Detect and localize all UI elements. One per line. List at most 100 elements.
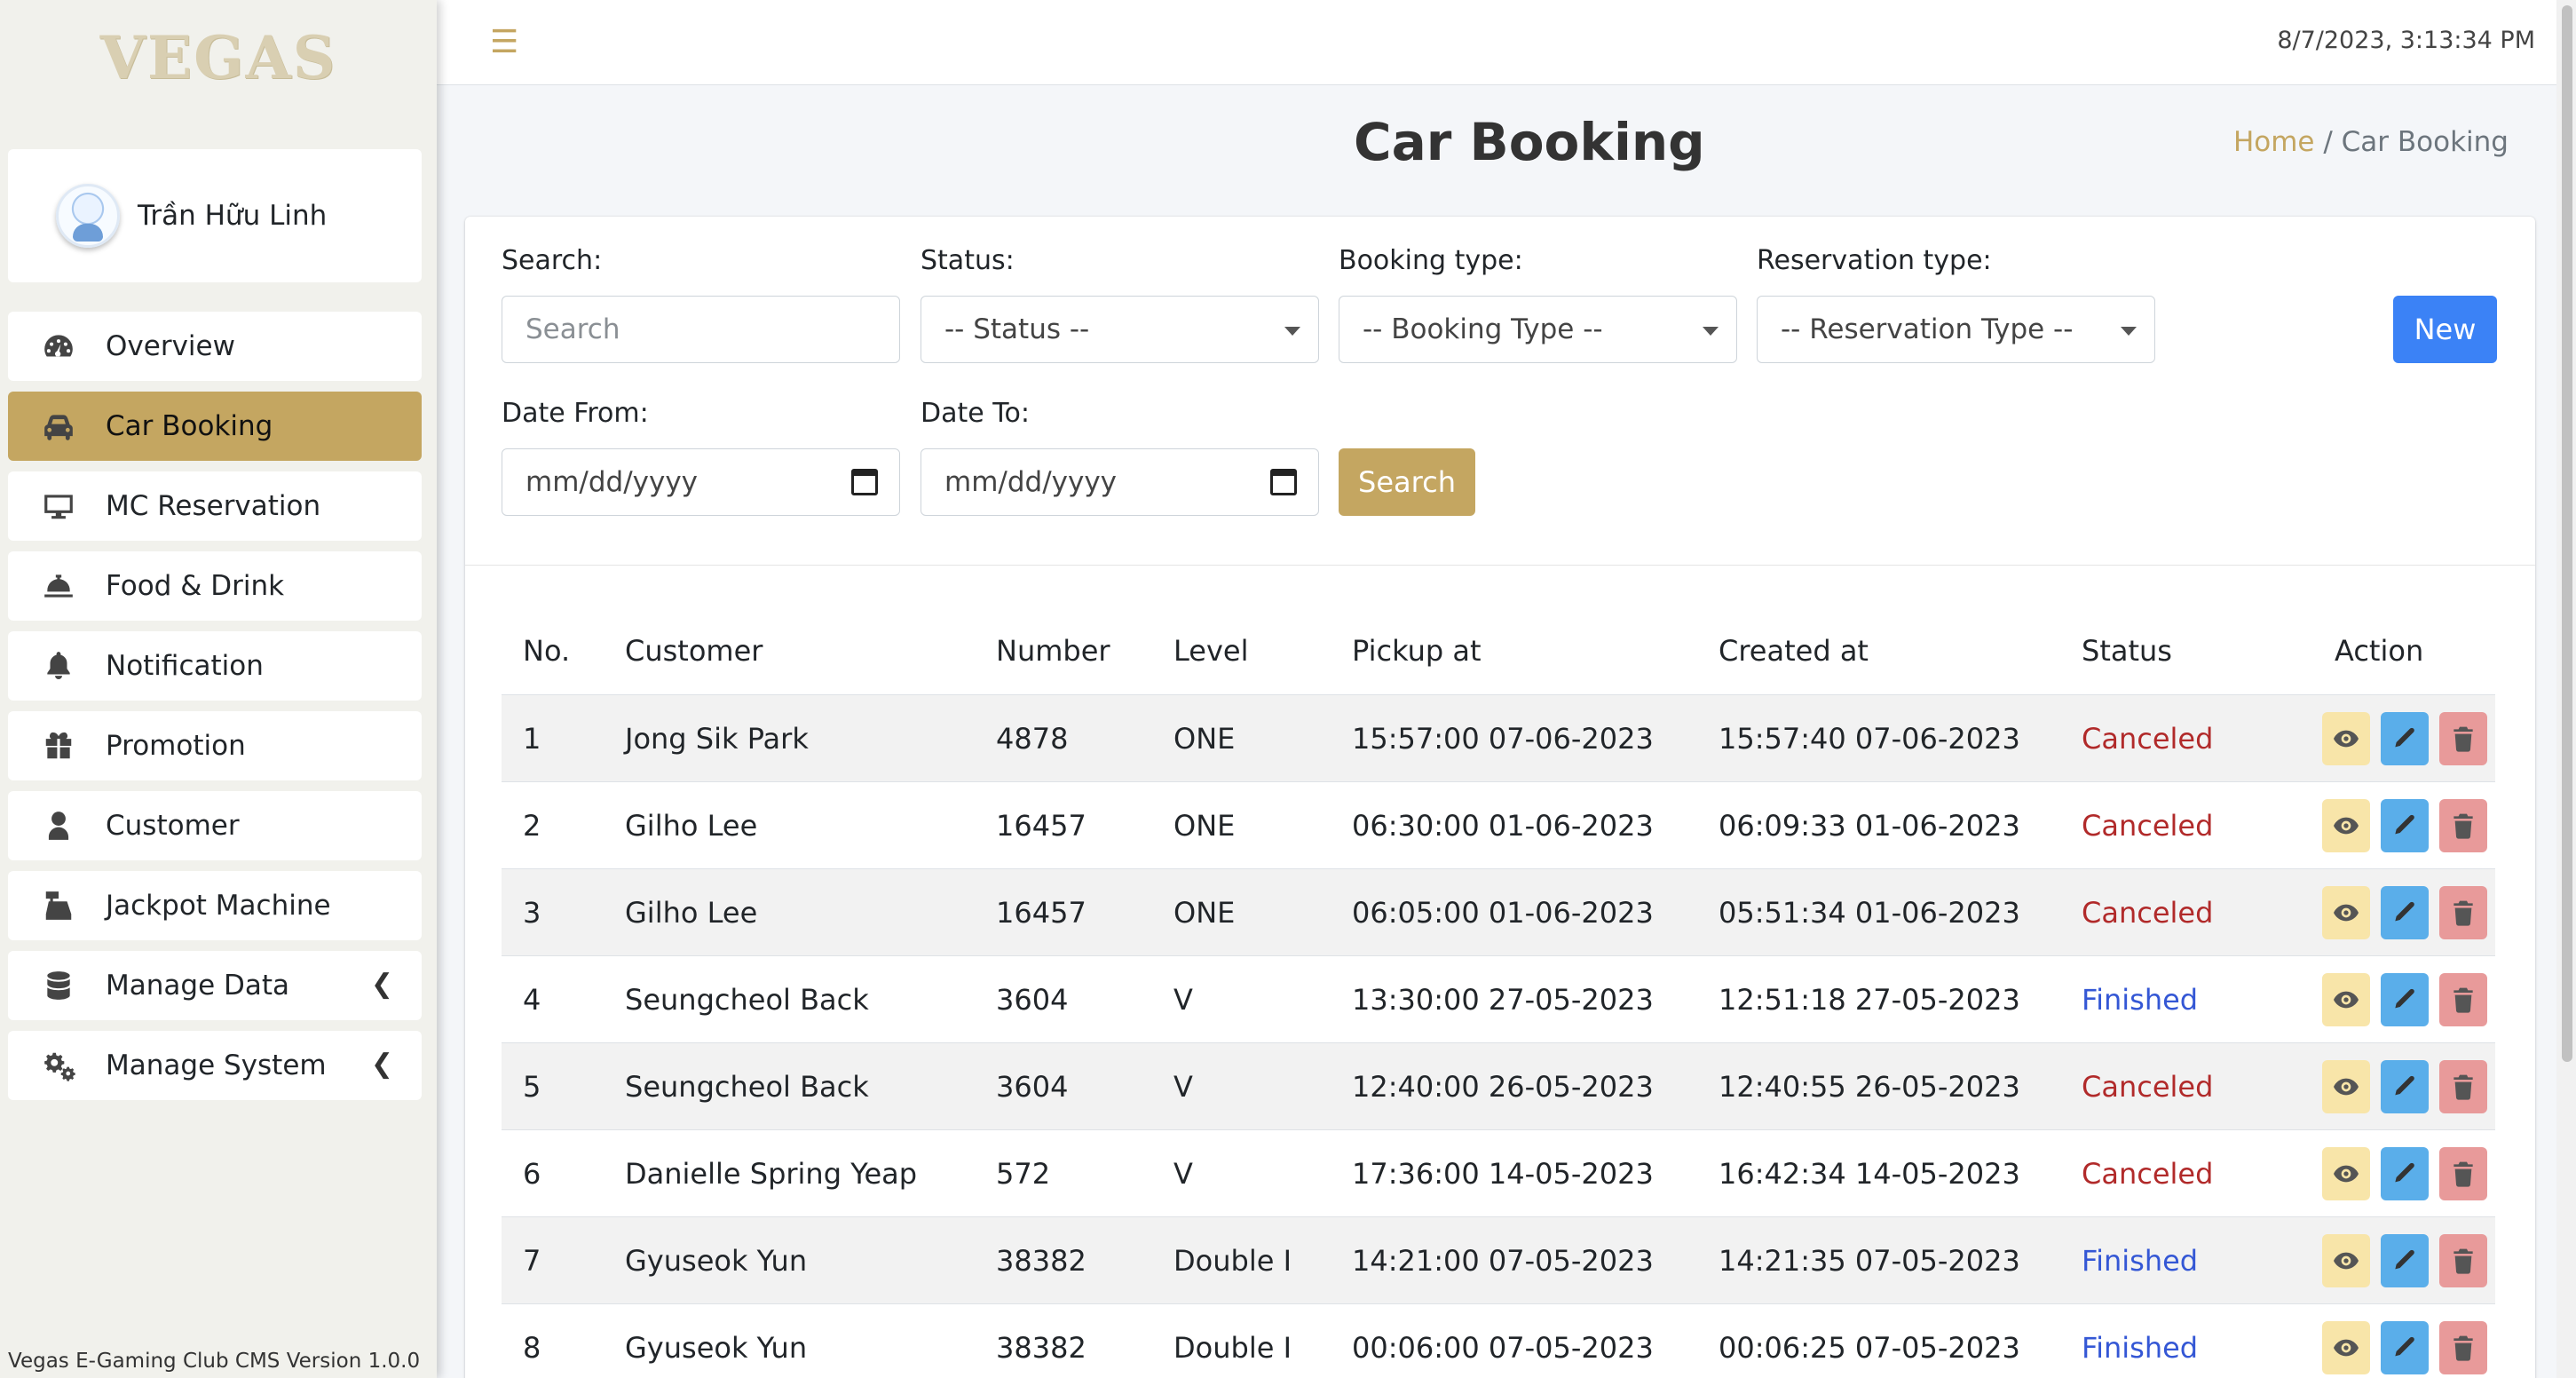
view-button[interactable]: [2322, 799, 2370, 852]
delete-button[interactable]: [2439, 1234, 2487, 1287]
page-scrollbar[interactable]: [2556, 0, 2576, 1378]
delete-button[interactable]: [2439, 712, 2487, 765]
view-button[interactable]: [2322, 1060, 2370, 1113]
edit-button[interactable]: [2381, 799, 2429, 852]
sidebar-item-label: Manage System: [106, 1049, 327, 1081]
calendar-icon[interactable]: [851, 469, 878, 495]
sidebar-item-notification[interactable]: Notification: [8, 631, 422, 701]
delete-button[interactable]: [2439, 799, 2487, 852]
column-header-level[interactable]: Level: [1173, 607, 1248, 694]
booking-type-select[interactable]: -- Booking Type --: [1339, 296, 1737, 363]
column-header-number[interactable]: Number: [996, 607, 1110, 694]
calendar-icon[interactable]: [1270, 469, 1297, 495]
gears-icon: [42, 1048, 86, 1083]
view-button[interactable]: [2322, 1234, 2370, 1287]
chevron-left-icon[interactable]: ❮: [371, 969, 393, 1000]
sidebar-item-mc-reservation[interactable]: MC Reservation: [8, 471, 422, 541]
search-input[interactable]: Search: [502, 296, 900, 363]
date-to-placeholder: mm/dd/yyyy: [944, 466, 1118, 498]
sidebar-item-car-booking[interactable]: Car Booking: [8, 392, 422, 461]
date-to-input[interactable]: mm/dd/yyyy: [921, 448, 1319, 516]
dashboard-icon: [42, 329, 86, 364]
column-header-created-at[interactable]: Created at: [1719, 607, 1869, 694]
table-row[interactable]: 8 Gyuseok Yun 38382 Double I 00:06:00 07-05-…: [502, 1303, 2495, 1378]
sidebar-item-label: Manage Data: [106, 970, 290, 1002]
cell-number: 38382: [996, 1331, 1087, 1365]
hamburger-menu-icon[interactable]: ☰: [490, 24, 518, 60]
monitor-icon: [42, 488, 86, 524]
user-name: Trần Hữu Linh: [138, 200, 328, 232]
table-row[interactable]: 7 Gyuseok Yun 38382 Double I 14:21:00 07-05-…: [502, 1216, 2495, 1303]
edit-button[interactable]: [2381, 1060, 2429, 1113]
search-button[interactable]: Search: [1339, 448, 1475, 516]
table-row[interactable]: 3 Gilho Lee 16457 ONE 06:05:00 01-06-2023 05:…: [502, 868, 2495, 955]
reservation-type-select[interactable]: -- Reservation Type --: [1757, 296, 2155, 363]
delete-button[interactable]: [2439, 1147, 2487, 1200]
logo-text: VEGAS: [99, 23, 337, 92]
delete-button[interactable]: [2439, 1060, 2487, 1113]
breadcrumb-home-link[interactable]: Home: [2233, 126, 2315, 158]
brand-logo[interactable]: VEGAS: [0, 18, 437, 98]
sidebar-item-jackpot-machine[interactable]: Jackpot Machine: [8, 871, 422, 940]
chevron-down-icon: [1703, 327, 1719, 336]
current-datetime: 8/7/2023, 3:13:34 PM: [2277, 27, 2535, 54]
edit-button[interactable]: [2381, 886, 2429, 939]
table-row[interactable]: 5 Seungcheol Back 3604 V 12:40:00 26-05-2023…: [502, 1042, 2495, 1129]
new-booking-button[interactable]: New: [2393, 296, 2497, 363]
sidebar-item-manage-data[interactable]: Manage Data ❮: [8, 951, 422, 1020]
sidebar-item-customer[interactable]: Customer: [8, 791, 422, 860]
edit-button[interactable]: [2381, 1147, 2429, 1200]
delete-button[interactable]: [2439, 1321, 2487, 1374]
column-header-no[interactable]: No.: [523, 607, 570, 694]
filter-panel: Search: Search Status: -- Status -- Book…: [465, 217, 2535, 566]
table-row[interactable]: 1 Jong Sik Park 4878 ONE 15:57:00 07-06-2023…: [502, 694, 2495, 781]
top-navbar: ☰ 8/7/2023, 3:13:34 PM: [437, 0, 2576, 85]
view-button[interactable]: [2322, 1321, 2370, 1374]
user-panel[interactable]: Trần Hữu Linh: [8, 149, 422, 282]
view-button[interactable]: [2322, 712, 2370, 765]
table-row[interactable]: 4 Seungcheol Back 3604 V 13:30:00 27-05-2023…: [502, 955, 2495, 1042]
user-icon: [42, 808, 86, 843]
table-row[interactable]: 2 Gilho Lee 16457 ONE 06:30:00 01-06-2023 06:…: [502, 781, 2495, 868]
chevron-down-icon: [1284, 327, 1300, 336]
table-row[interactable]: 6 Danielle Spring Yeap 572 V 17:36:00 14-05-…: [502, 1129, 2495, 1216]
view-button[interactable]: [2322, 1147, 2370, 1200]
sidebar-item-label: Customer: [106, 810, 240, 842]
chevron-left-icon[interactable]: ❮: [371, 1049, 393, 1080]
cell-level: Double I: [1173, 1331, 1292, 1365]
scrollbar-thumb[interactable]: [2562, 5, 2572, 1062]
column-header-customer[interactable]: Customer: [625, 607, 763, 694]
cell-pickup: 17:36:00 14-05-2023: [1352, 1157, 1654, 1191]
sidebar-item-manage-system[interactable]: Manage System ❮: [8, 1031, 422, 1100]
cell-customer: Danielle Spring Yeap: [625, 1157, 918, 1191]
cell-number: 572: [996, 1157, 1051, 1191]
edit-button[interactable]: [2381, 712, 2429, 765]
edit-button[interactable]: [2381, 973, 2429, 1026]
sidebar-item-overview[interactable]: Overview: [8, 312, 422, 381]
view-button[interactable]: [2322, 886, 2370, 939]
edit-button[interactable]: [2381, 1321, 2429, 1374]
cell-customer: Seungcheol Back: [625, 1070, 869, 1104]
reservation-type-select-value: -- Reservation Type --: [1781, 313, 2074, 345]
cell-level: V: [1173, 1157, 1193, 1191]
eye-icon: [2334, 1165, 2359, 1183]
sidebar-item-promotion[interactable]: Promotion: [8, 711, 422, 780]
sidebar-item-food-drink[interactable]: Food & Drink: [8, 551, 422, 621]
edit-button[interactable]: [2381, 1234, 2429, 1287]
eye-icon: [2334, 730, 2359, 748]
trash-icon: [2454, 1074, 2473, 1100]
column-header-pickup-at[interactable]: Pickup at: [1352, 607, 1482, 694]
bell-icon: [42, 648, 86, 684]
cell-pickup: 00:06:00 07-05-2023: [1352, 1331, 1654, 1365]
date-from-placeholder: mm/dd/yyyy: [525, 466, 699, 498]
delete-button[interactable]: [2439, 973, 2487, 1026]
delete-button[interactable]: [2439, 886, 2487, 939]
view-button[interactable]: [2322, 973, 2370, 1026]
cell-created: 06:09:33 01-06-2023: [1719, 809, 2020, 843]
cell-pickup: 06:05:00 01-06-2023: [1352, 896, 1654, 930]
status-select[interactable]: -- Status --: [921, 296, 1319, 363]
date-from-input[interactable]: mm/dd/yyyy: [502, 448, 900, 516]
trash-icon: [2454, 987, 2473, 1013]
trash-icon: [2454, 1161, 2473, 1187]
column-header-status[interactable]: Status: [2082, 607, 2172, 694]
